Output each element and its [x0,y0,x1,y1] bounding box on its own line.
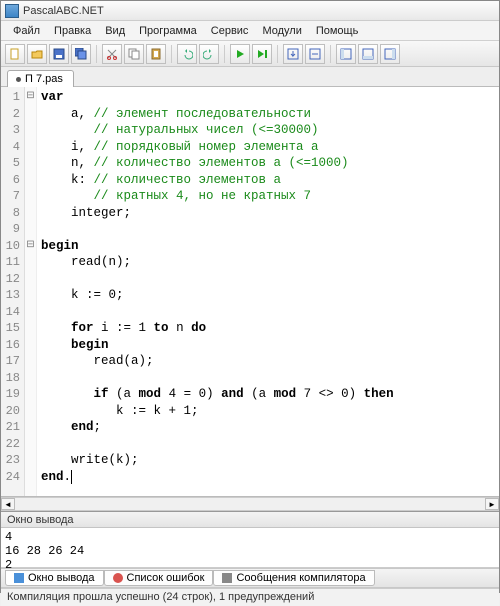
toolbar [1,41,499,67]
bottom-tabstrip: Окно вывода Список ошибок Сообщения комп… [1,568,499,588]
step-over-icon[interactable] [305,44,325,64]
panel1-icon[interactable] [336,44,356,64]
errors-tab-icon [113,573,123,583]
run-no-debug-icon[interactable] [252,44,272,64]
toolbar-separator [330,45,331,63]
save-icon[interactable] [49,44,69,64]
tab-label: П 7.pas [25,73,63,85]
menu-file[interactable]: Файл [7,24,46,38]
tabstrip: П 7.pas [1,67,499,87]
menu-modules[interactable]: Модули [256,24,307,38]
bottom-tab-compiler[interactable]: Сообщения компилятора [213,570,374,586]
tab-current-file[interactable]: П 7.pas [7,70,74,87]
scroll-track[interactable] [15,498,485,510]
step-into-icon[interactable] [283,44,303,64]
toolbar-separator [277,45,278,63]
bottom-tab-label: Сообщения компилятора [236,572,365,584]
save-all-icon[interactable] [71,44,91,64]
bottom-tab-label: Окно вывода [28,572,95,584]
output-body[interactable]: 4 16 28 26 24 2 [1,528,499,568]
menubar: Файл Правка Вид Программа Сервис Модули … [1,21,499,41]
output-title: Окно вывода [1,512,499,528]
code-editor[interactable]: 1 2 3 4 5 6 7 8 9 10 11 12 13 14 15 16 1… [1,87,499,497]
output-panel: Окно вывода 4 16 28 26 24 2 [1,511,499,568]
app-icon [5,4,19,18]
menu-program[interactable]: Программа [133,24,203,38]
titlebar: PascalABC.NET [1,1,499,21]
redo-icon[interactable] [199,44,219,64]
copy-icon[interactable] [124,44,144,64]
fold-column[interactable]: ⊟ ⊟ [25,87,37,496]
menu-view[interactable]: Вид [99,24,131,38]
panel2-icon[interactable] [358,44,378,64]
undo-icon[interactable] [177,44,197,64]
bottom-tab-label: Список ошибок [127,572,205,584]
output-tab-icon [14,573,24,583]
scroll-right-icon[interactable]: ► [485,498,499,510]
toolbar-separator [224,45,225,63]
cut-icon[interactable] [102,44,122,64]
horizontal-scrollbar[interactable]: ◄ ► [1,497,499,511]
run-icon[interactable] [230,44,250,64]
toolbar-separator [171,45,172,63]
modified-dot-icon [16,77,21,82]
paste-icon[interactable] [146,44,166,64]
scroll-left-icon[interactable]: ◄ [1,498,15,510]
app-title: PascalABC.NET [23,5,104,17]
code-area[interactable]: var a, // элемент последовательности // … [37,87,499,496]
line-gutter: 1 2 3 4 5 6 7 8 9 10 11 12 13 14 15 16 1… [1,87,25,496]
open-icon[interactable] [27,44,47,64]
new-file-icon[interactable] [5,44,25,64]
statusbar: Компиляция прошла успешно (24 строк), 1 … [1,588,499,606]
menu-help[interactable]: Помощь [310,24,365,38]
menu-service[interactable]: Сервис [205,24,255,38]
bottom-tab-errors[interactable]: Список ошибок [104,570,214,586]
toolbar-separator [96,45,97,63]
menu-edit[interactable]: Правка [48,24,97,38]
bottom-tab-output[interactable]: Окно вывода [5,570,104,586]
compiler-tab-icon [222,573,232,583]
panel3-icon[interactable] [380,44,400,64]
